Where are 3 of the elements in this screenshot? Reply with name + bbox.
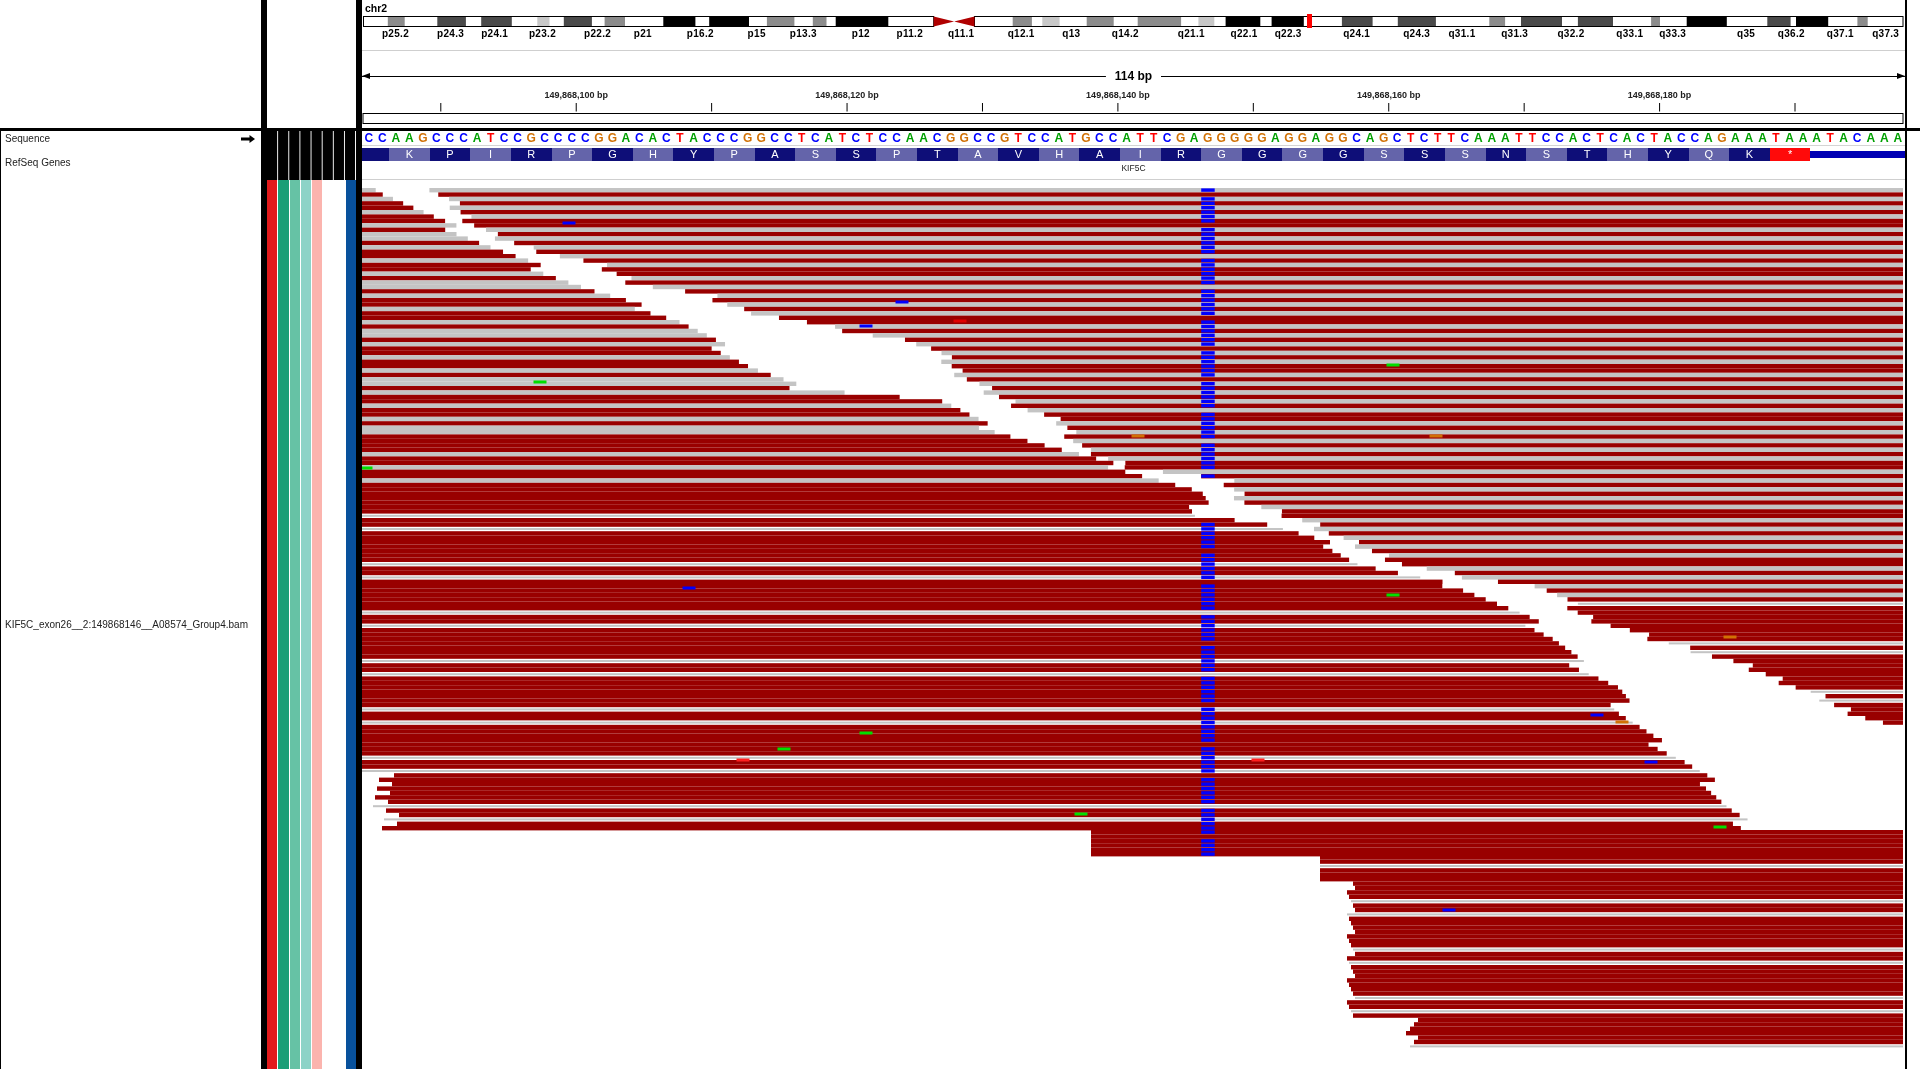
track-name[interactable]: Sequence — [5, 132, 51, 145]
track-name[interactable]: KIF5C_exon26__2:149868146__A08574_Group4.bam — [5, 618, 248, 631]
track-name[interactable]: RefSeq Genes — [5, 157, 71, 169]
